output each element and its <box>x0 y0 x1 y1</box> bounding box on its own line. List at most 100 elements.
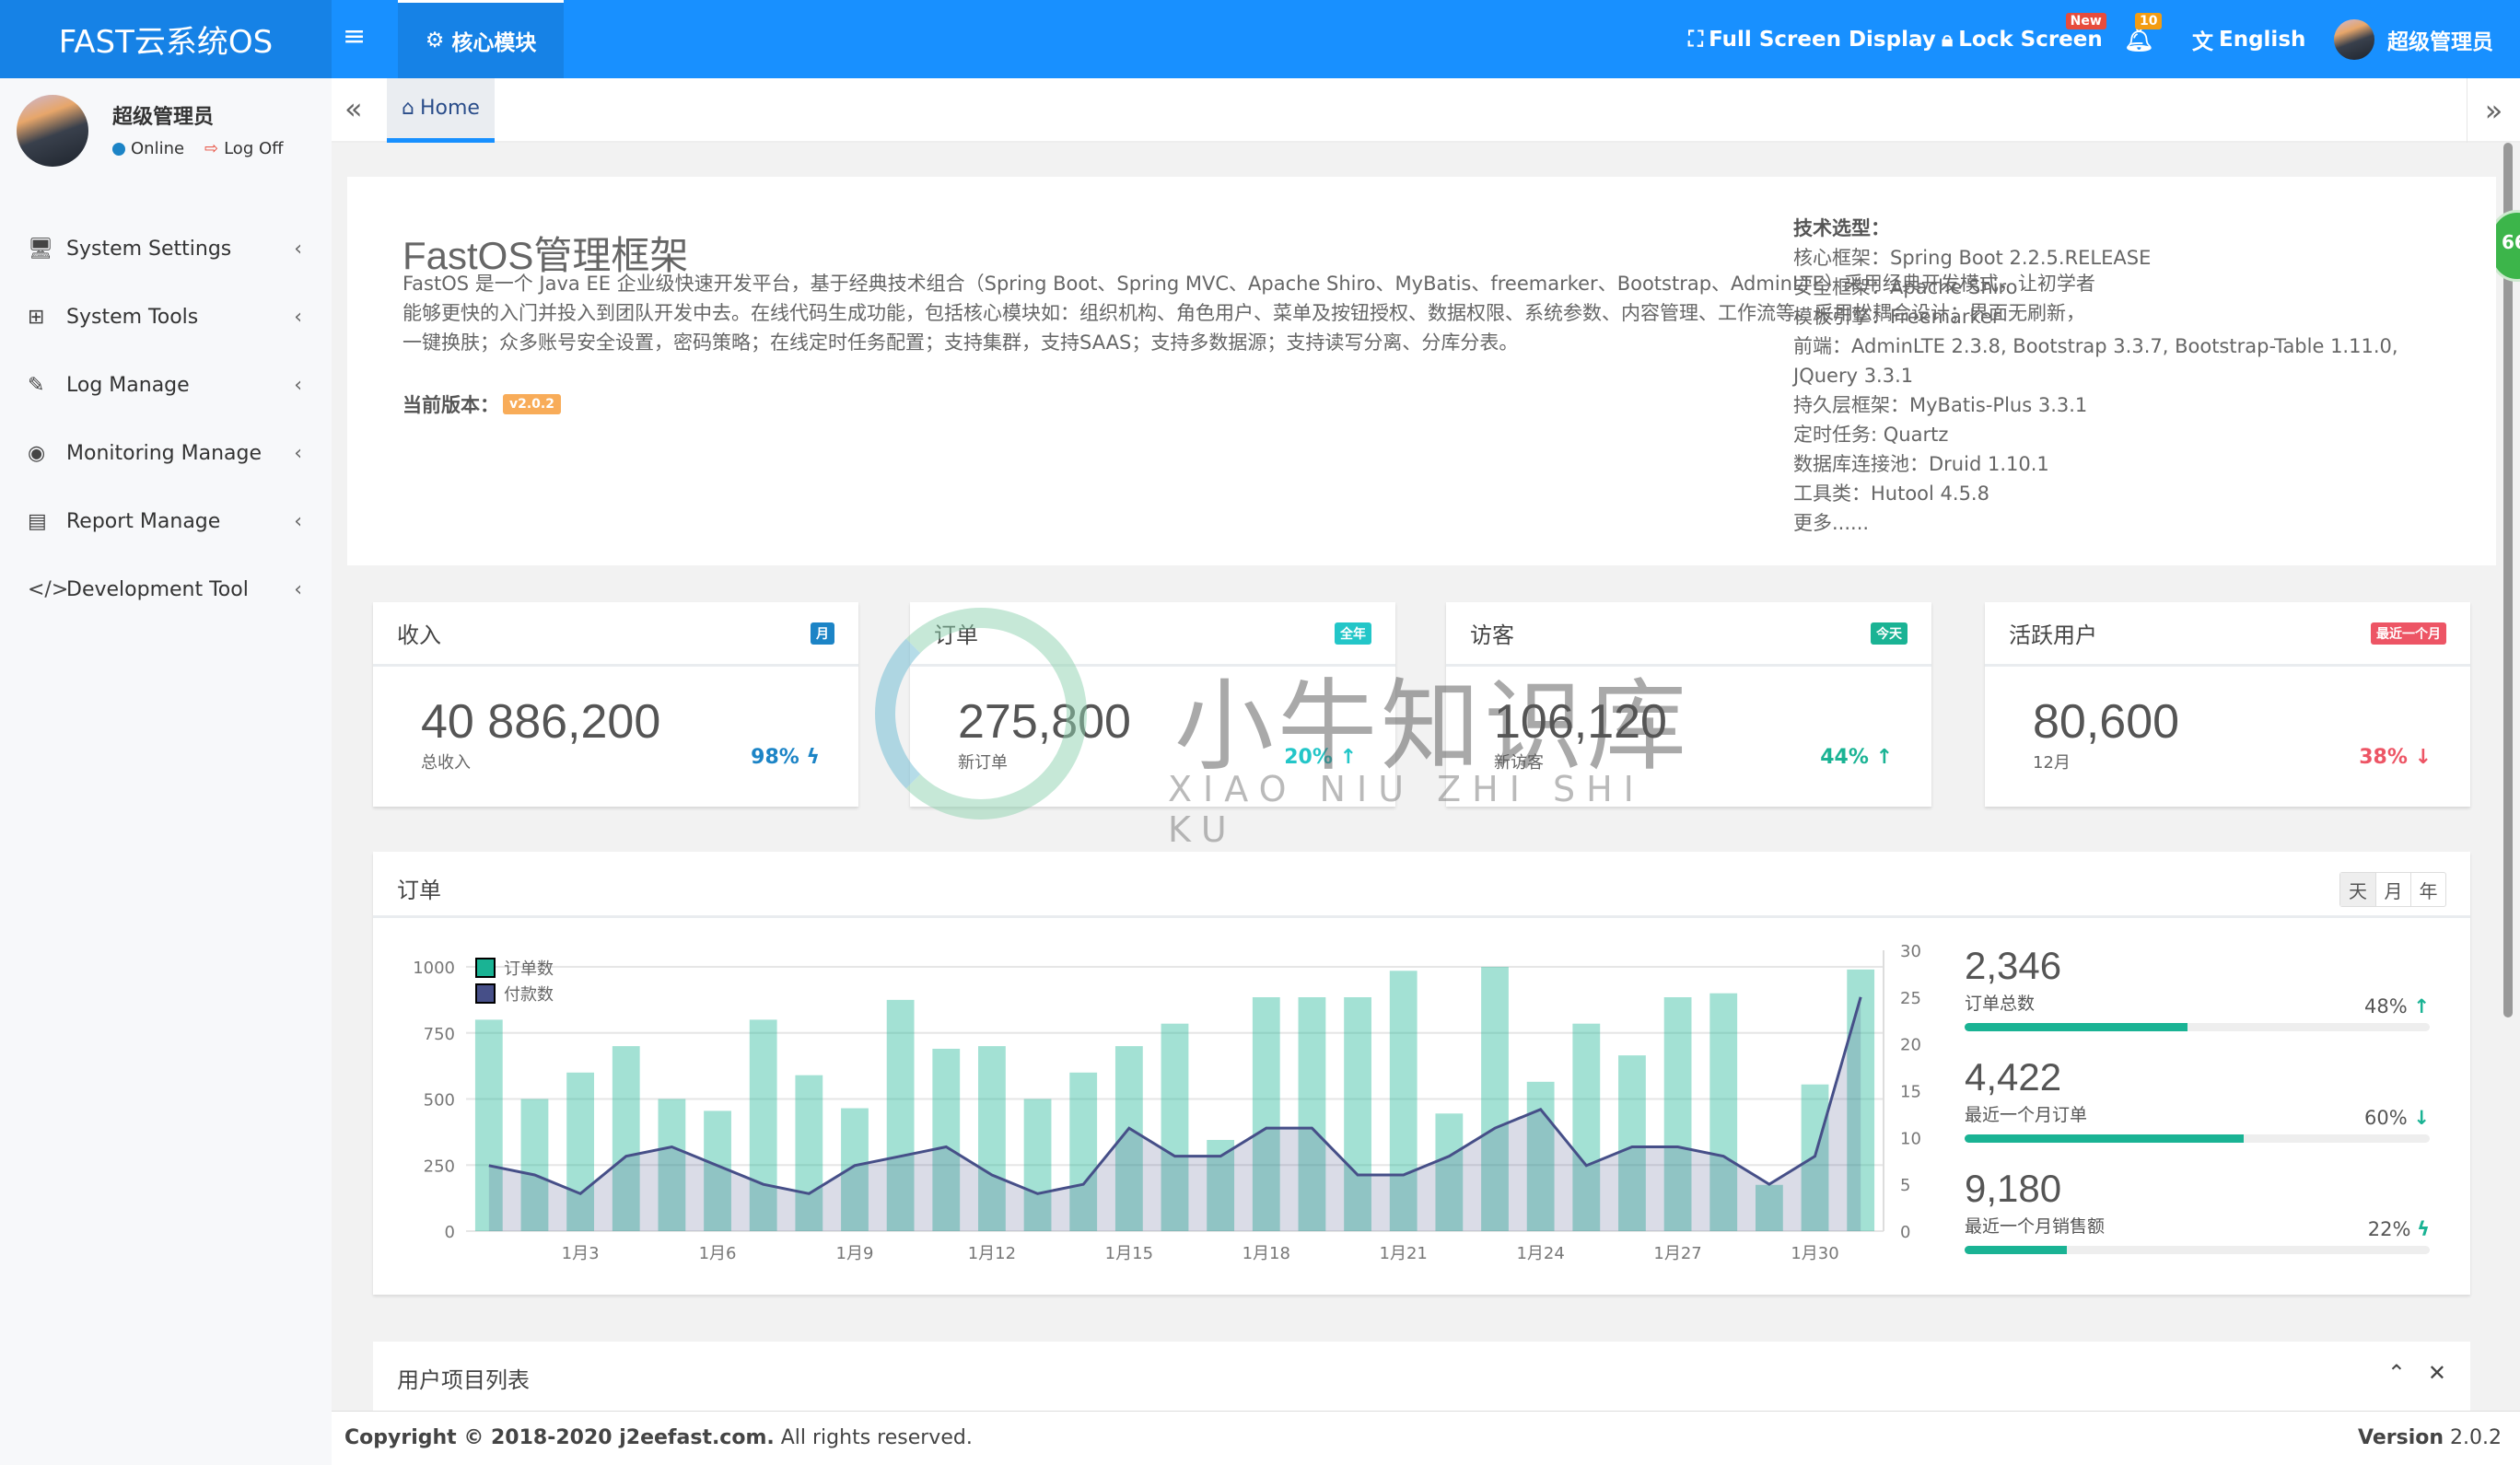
tech-item: 模板引擎：Freemarker <box>1793 306 2001 328</box>
language-switcher[interactable]: 文 English <box>2192 0 2305 78</box>
scroll-tabs-left-icon[interactable]: « <box>344 91 363 126</box>
hamburger-menu-icon[interactable]: ≡ <box>343 20 366 52</box>
footer: Copyright © 2018-2020 j2eefast.com. All … <box>332 1411 2520 1465</box>
stat-percent: 20% ↑ <box>1284 746 1357 769</box>
fullscreen-label: Full Screen Display <box>1709 27 1936 52</box>
stat-title: 活跃用户 <box>2009 622 2097 648</box>
sidebar: 超级管理员 Online ⇨ Log Off 🖥︎ System Settings ‹… <box>0 78 332 1465</box>
sidebar-item-development-tool[interactable]: </> Development Tool ‹ <box>0 557 332 622</box>
sidebar-item-system-tools[interactable]: ⊞ System Tools ‹ <box>0 285 332 349</box>
chevron-left-icon: ‹ <box>294 509 302 533</box>
stat-percent-value: 98% <box>751 746 799 769</box>
logoff-link[interactable]: ⇨ Log Off <box>204 139 284 158</box>
avatar <box>2334 18 2374 60</box>
chevron-left-icon: ‹ <box>294 305 302 329</box>
tech-item: 定时任务: Quartz <box>1793 424 1949 446</box>
user-menu[interactable]: 超级管理员 <box>2334 0 2493 78</box>
chevron-left-icon: ‹ <box>294 237 302 261</box>
stat-sub-label: 12月 <box>2033 753 2071 773</box>
sidebar-item-monitoring-manage[interactable]: ◉ Monitoring Manage ‹ <box>0 421 332 485</box>
version-label: 当前版本： <box>402 394 499 416</box>
sidebar-item-report-manage[interactable]: ▤ Report Manage ‹ <box>0 489 332 553</box>
stat-title: 订单 <box>934 622 978 648</box>
orders-chart: 0 250 500 750 1000 0 5 10 15 20 25 30 1月3 1月6 1月9 1月12 1… <box>413 942 1921 1263</box>
chevron-left-icon: ‹ <box>294 577 302 601</box>
legend-label: 订单数 <box>504 959 554 979</box>
left-axis-tick-label: 500 <box>424 1091 455 1110</box>
legend-swatch <box>475 958 496 978</box>
chevron-left-icon: ‹ <box>294 441 302 465</box>
stat-card: 活跃用户 最近一个月 80,600 12月 38% ↓ <box>1985 602 2470 807</box>
windows-icon: ⊞ <box>28 305 45 329</box>
right-axis-tick-label: 20 <box>1900 1036 1921 1055</box>
stat-percent-value: 44% <box>1820 746 1869 769</box>
logoff-label: Log Off <box>224 139 284 158</box>
user-name: 超级管理员 <box>2387 29 2493 54</box>
stat-card: 收入 月 40 886,200 总收入 98% ϟ <box>373 602 858 807</box>
stat-card-header: 访客 今天 <box>1446 602 1931 667</box>
stat-sub-label: 新访客 <box>1494 753 1544 773</box>
stat-card: 访客 今天 106,120 新访客 44% ↑ <box>1446 602 1931 807</box>
sidebar-item-log-manage[interactable]: ✎ Log Manage ‹ <box>0 353 332 417</box>
notifications-button[interactable]: 🔔︎ 10 <box>2124 0 2163 78</box>
stat-tag: 最近一个月 <box>2371 622 2446 645</box>
orders-panel-title: 订单 <box>397 878 441 903</box>
version-number: 2.0.2 <box>2450 1426 2502 1449</box>
x-axis-tick-label: 1月9 <box>836 1244 874 1263</box>
range-year-button[interactable]: 年 <box>2410 873 2445 906</box>
summary-value: 9,180 <box>1965 1167 2062 1210</box>
fullscreen-button[interactable]: ⛶ Full Screen Display <box>1688 0 1936 78</box>
stat-card-header: 活跃用户 最近一个月 <box>1985 602 2470 667</box>
stat-value: 106,120 <box>1494 695 1667 749</box>
summary-progress-bar <box>1965 1023 2430 1031</box>
legend-swatch <box>475 983 496 1004</box>
stat-tag: 全年 <box>1335 622 1371 645</box>
module-tab-core[interactable]: ⚙ 核心模块 <box>398 0 564 78</box>
module-tab-label: 核心模块 <box>451 31 537 55</box>
tech-item: 工具类：Hutool 4.5.8 <box>1793 483 1989 505</box>
stat-tag: 今天 <box>1871 622 1908 645</box>
sidebar-item-label: Monitoring Manage <box>66 441 262 465</box>
summary-label: 最近一个月订单 <box>1965 1105 2088 1125</box>
edit-icon: ✎ <box>28 373 45 397</box>
range-day-button[interactable]: 天 <box>2340 873 2375 906</box>
right-axis-tick-label: 15 <box>1900 1083 1921 1102</box>
summary-percent-value: 60% <box>2364 1107 2408 1129</box>
trend-down-icon: ↓ <box>2413 1107 2430 1129</box>
order-summary-item: 2,346 订单总数 48% ↑ <box>1965 944 2430 1054</box>
summary-percent-value: 22% <box>2367 1218 2411 1240</box>
trend-up-icon: ↑ <box>1339 746 1357 769</box>
tech-item: 安全框架：Apache Shiro <box>1793 276 2018 298</box>
stat-card: 订单 全年 275,800 新订单 20% ↑ <box>910 602 1395 807</box>
sidebar-item-label: Report Manage <box>66 509 221 533</box>
collapse-icon[interactable]: ⌃ <box>2387 1360 2406 1386</box>
right-axis-tick-label: 30 <box>1900 942 1921 961</box>
online-dot-icon <box>112 142 125 156</box>
summary-percent-value: 48% <box>2364 995 2408 1017</box>
sidebar-item-label: Development Tool <box>66 577 249 601</box>
intro-panel: FastOS管理框架 FastOS 是一个 Java EE 企业级快速开发平台，… <box>347 177 2496 565</box>
summary-value: 2,346 <box>1965 944 2062 987</box>
tab-home[interactable]: ⌂ Home <box>387 78 495 143</box>
sidebar-item-system-settings[interactable]: 🖥︎ System Settings ‹ <box>0 216 332 281</box>
x-axis-tick-label: 1月3 <box>562 1244 600 1263</box>
close-icon[interactable]: ✕ <box>2428 1360 2446 1386</box>
stat-value: 275,800 <box>958 695 1131 749</box>
copyright-text: Copyright © 2018-2020 j2eefast.com. <box>344 1426 775 1449</box>
stat-card-header: 收入 月 <box>373 602 858 667</box>
lock-icon: 🔒︎ <box>1942 27 1954 52</box>
lock-screen-button[interactable]: 🔒︎ Lock Screen New <box>1942 0 2106 78</box>
scroll-tabs-right-icon[interactable]: » <box>2467 78 2520 143</box>
tech-item: 核心框架：Spring Boot 2.2.5.RELEASE <box>1793 247 2152 269</box>
logo[interactable]: FAST云系统OS <box>0 0 332 78</box>
summary-value: 4,422 <box>1965 1055 2062 1099</box>
right-axis-tick-label: 0 <box>1900 1223 1910 1242</box>
tech-item: 持久层框架：MyBatis-Plus 3.3.1 <box>1793 394 2088 416</box>
stat-title: 收入 <box>397 622 441 648</box>
range-month-button[interactable]: 月 <box>2375 873 2410 906</box>
left-axis-tick-label: 750 <box>424 1025 455 1044</box>
translate-icon: 文 <box>2192 29 2213 54</box>
trend-up-icon: ↑ <box>2413 995 2430 1017</box>
stat-sub-label: 总收入 <box>421 753 471 773</box>
x-axis-tick-label: 1月12 <box>968 1244 1016 1263</box>
